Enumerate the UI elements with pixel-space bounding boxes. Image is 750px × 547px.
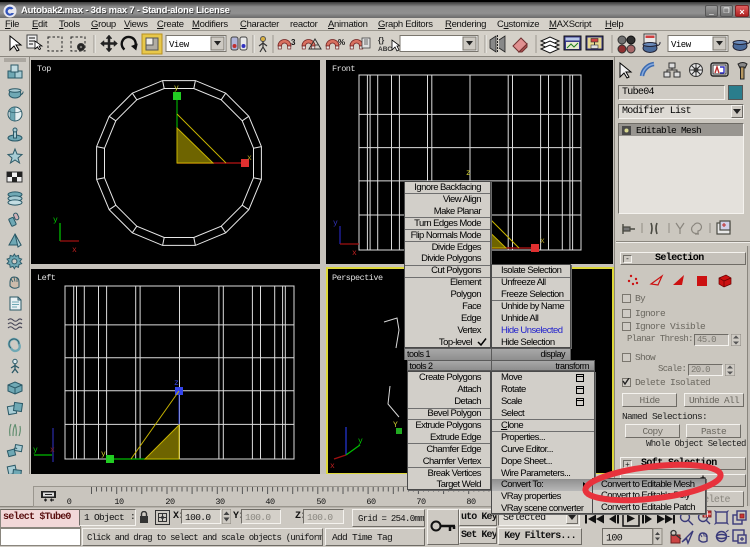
svg-text:{}: {}	[378, 36, 384, 45]
svg-text:20: 20	[165, 497, 175, 507]
svg-text:y: y	[101, 450, 106, 459]
svg-text:80: 80	[466, 497, 476, 507]
svg-text:60: 60	[366, 497, 376, 507]
svg-text:x: x	[540, 237, 545, 246]
svg-text:Perspective: Perspective	[332, 273, 383, 283]
svg-text:x: x	[247, 154, 252, 163]
svg-text:Top: Top	[37, 64, 51, 74]
svg-text:z: z	[174, 379, 179, 388]
svg-text:x: x	[50, 446, 55, 455]
svg-text:%: %	[338, 38, 345, 47]
svg-text:30: 30	[215, 497, 225, 507]
svg-text:x: x	[352, 249, 357, 258]
svg-text:View: View	[671, 40, 692, 50]
svg-text:Y: Y	[393, 421, 398, 430]
svg-text:70: 70	[416, 497, 426, 507]
svg-text:10: 10	[114, 497, 124, 507]
svg-text:x: x	[72, 246, 77, 255]
svg-text:y: y	[333, 219, 338, 228]
svg-text:y: y	[53, 216, 58, 225]
svg-text:y: y	[174, 84, 179, 93]
svg-text:3: 3	[291, 38, 296, 47]
svg-text:z: z	[466, 169, 471, 178]
svg-text:Front: Front	[332, 64, 355, 74]
svg-text:ABC: ABC	[378, 46, 392, 53]
svg-text:x: x	[330, 462, 335, 471]
svg-text:View: View	[169, 40, 190, 50]
svg-text:40: 40	[265, 497, 275, 507]
svg-text:Left: Left	[37, 273, 56, 283]
svg-text:y: y	[358, 437, 363, 446]
svg-text:0: 0	[67, 497, 72, 507]
svg-text:50: 50	[316, 497, 326, 507]
svg-text:100: 100	[606, 534, 623, 545]
svg-text:y: y	[33, 446, 38, 455]
